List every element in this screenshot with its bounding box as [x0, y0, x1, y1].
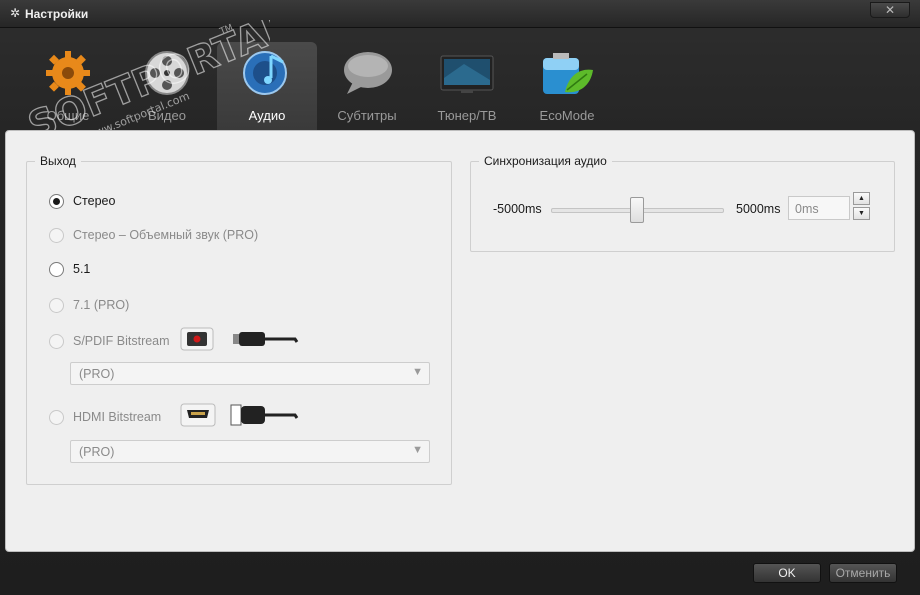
radio-label: 7.1 (PRO) [73, 298, 130, 312]
radio-label: S/PDIF Bitstream [73, 334, 170, 348]
hdmi-select-value: (PRO) [79, 445, 115, 459]
chevron-down-icon: ▼ [412, 366, 423, 378]
radio-button[interactable] [49, 333, 64, 349]
tab-ecomode[interactable]: EcoMode [517, 42, 617, 130]
cancel-button[interactable]: Отменить [829, 563, 897, 583]
film-reel-icon [145, 51, 189, 95]
tv-icon [440, 55, 494, 93]
spdif-select[interactable]: (PRO) ▼ [70, 362, 430, 385]
spin-down-button[interactable]: ▼ [853, 207, 870, 220]
battery-leaf-icon [543, 53, 593, 94]
radio-5-1[interactable]: 5.1 [49, 260, 90, 278]
audio-sync-group-title: Синхронизация аудио [479, 154, 612, 168]
tab-video-label: Видео [148, 108, 186, 123]
output-group: Выход Стерео Стерео – Объемный звук (PRO… [26, 154, 452, 485]
radio-button[interactable] [49, 297, 64, 313]
audio-sync-group: Синхронизация аудио -5000ms 5000ms 0ms ▲… [470, 154, 895, 252]
sync-slider-thumb[interactable] [630, 197, 644, 223]
spdif-select-value: (PRO) [79, 367, 115, 381]
tab-audio[interactable]: Аудио [217, 42, 317, 130]
title-bar: ✲ Настройки ✕ [0, 0, 920, 28]
radio-button[interactable] [49, 227, 64, 243]
optical-connector-icon [180, 327, 299, 351]
speech-bubble-icon [344, 52, 392, 94]
radio-button[interactable] [49, 409, 64, 425]
gear-icon [46, 51, 90, 95]
radio-label: Стерео – Объемный звук (PRO) [73, 228, 259, 242]
chevron-down-icon: ▼ [412, 444, 423, 456]
radio-7-1[interactable]: 7.1 (PRO) [49, 296, 129, 314]
sync-max-label: 5000ms [736, 202, 781, 216]
radio-stereo[interactable]: Стерео [49, 192, 115, 210]
radio-label: HDMI Bitstream [73, 410, 162, 424]
gear-icon: ✲ [9, 6, 21, 20]
tab-subtitles-label: Субтитры [337, 108, 397, 123]
tab-general-label: Общие [46, 108, 90, 123]
tab-audio-label: Аудио [248, 108, 286, 123]
radio-button[interactable] [49, 261, 64, 277]
radio-label: 5.1 [73, 262, 91, 276]
hdmi-connector-icon [180, 403, 299, 427]
tab-tuner[interactable]: Тюнер/ТВ [417, 42, 517, 130]
spin-up-button[interactable]: ▲ [853, 192, 870, 205]
radio-stereo-surround[interactable]: Стерео – Объемный звук (PRO) [49, 226, 258, 244]
tab-ecomode-label: EcoMode [539, 108, 595, 123]
sync-value-field[interactable]: 0ms [788, 196, 850, 220]
radio-hdmi[interactable]: HDMI Bitstream [49, 408, 161, 426]
hdmi-select[interactable]: (PRO) ▼ [70, 440, 430, 463]
output-group-title: Выход [35, 154, 81, 168]
sync-min-label: -5000ms [493, 202, 542, 216]
window-title: Настройки [25, 7, 89, 21]
settings-window: ✲ Настройки ✕ Общие Видео Аудио Субтитры… [0, 0, 920, 595]
audio-settings-panel: Выход Стерео Стерео – Объемный звук (PRO… [5, 130, 915, 552]
sync-value: 0ms [795, 202, 819, 216]
radio-label: Стерео [73, 194, 116, 208]
tab-general[interactable]: Общие [18, 42, 118, 130]
radio-button[interactable] [49, 193, 64, 209]
close-button[interactable]: ✕ [870, 2, 910, 18]
tab-subtitles[interactable]: Субтитры [317, 42, 417, 130]
radio-spdif[interactable]: S/PDIF Bitstream [49, 332, 170, 350]
tab-tuner-label: Тюнер/ТВ [437, 108, 497, 123]
tab-video[interactable]: Видео [117, 42, 217, 130]
ok-button[interactable]: OK [753, 563, 821, 583]
music-note-icon [243, 51, 287, 95]
